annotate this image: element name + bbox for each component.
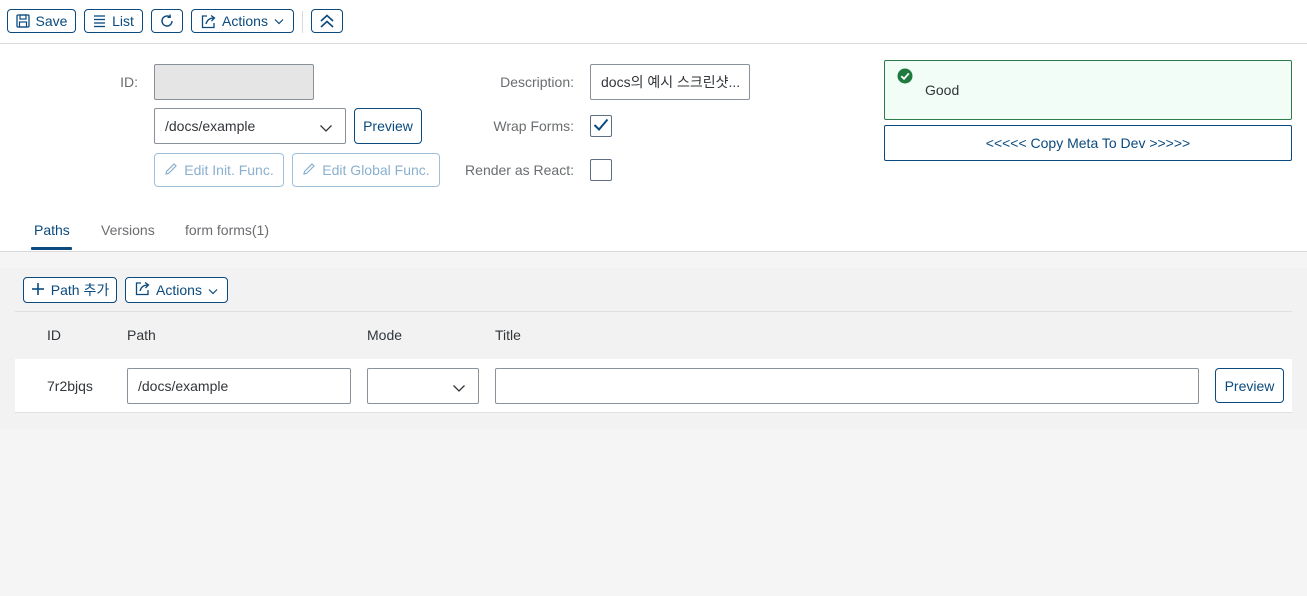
actions-label: Actions xyxy=(222,13,268,29)
column-header-path: Path xyxy=(127,327,156,343)
paths-actions-button[interactable]: Actions xyxy=(125,277,228,303)
object-header: ID: /docs/example Preview Edit Init. Fun… xyxy=(0,44,1307,252)
chevron-down-icon xyxy=(208,282,218,298)
id-field xyxy=(154,64,314,100)
pencil-icon xyxy=(164,162,178,179)
list-icon xyxy=(93,14,106,28)
path-select[interactable]: /docs/example xyxy=(154,108,346,144)
chevron-down-icon xyxy=(274,18,284,25)
checkmark-icon xyxy=(593,118,609,135)
list-label: List xyxy=(112,13,134,29)
id-label: ID: xyxy=(120,74,138,90)
toolbar-divider xyxy=(302,11,303,33)
success-icon xyxy=(897,68,913,87)
edit-global-func-button[interactable]: Edit Global Func. xyxy=(292,153,440,187)
row-title-input[interactable] xyxy=(495,368,1199,404)
add-path-label: Path 추가 xyxy=(50,282,110,298)
render-react-checkbox[interactable] xyxy=(590,159,612,181)
active-tab-indicator xyxy=(31,247,72,250)
plus-icon xyxy=(31,282,45,299)
column-header-title: Title xyxy=(495,327,521,343)
toolbar: Save List Actions xyxy=(0,0,1307,44)
wrap-forms-checkbox[interactable] xyxy=(590,115,612,137)
table-row: 7r2bjqs /docs/example Preview xyxy=(15,359,1292,413)
share-icon xyxy=(201,14,216,29)
edit-global-func-label: Edit Global Func. xyxy=(322,162,430,178)
paths-actions-label: Actions xyxy=(156,282,202,298)
save-icon xyxy=(15,14,30,28)
wrap-forms-label: Wrap Forms: xyxy=(493,118,574,134)
edit-init-func-label: Edit Init. Func. xyxy=(184,162,274,178)
share-icon xyxy=(135,281,150,299)
copy-meta-to-dev-button[interactable]: <<<<< Copy Meta To Dev >>>>> xyxy=(884,125,1292,161)
refresh-button[interactable] xyxy=(151,9,183,33)
actions-menu-button[interactable]: Actions xyxy=(191,9,294,33)
refresh-icon xyxy=(159,13,175,29)
description-label: Description: xyxy=(500,74,574,90)
edit-init-func-button[interactable]: Edit Init. Func. xyxy=(154,153,284,187)
column-header-mode: Mode xyxy=(367,327,403,343)
column-header-id: ID xyxy=(47,327,61,343)
status-text: Good xyxy=(925,82,960,98)
save-label: Save xyxy=(35,13,68,29)
path-select-value: /docs/example xyxy=(165,118,256,134)
save-button[interactable]: Save xyxy=(7,9,76,33)
row-preview-button[interactable]: Preview xyxy=(1215,368,1284,403)
paths-section: Path 추가 Actions ID Path Mode Title 7r2bj… xyxy=(0,268,1307,429)
add-path-button[interactable]: Path 추가 xyxy=(23,277,117,303)
row-id: 7r2bjqs xyxy=(47,378,93,394)
description-input[interactable]: docs의 예시 스크린샷... xyxy=(590,64,750,100)
preview-button[interactable]: Preview xyxy=(354,108,422,144)
row-mode-select[interactable] xyxy=(367,368,479,404)
list-button[interactable]: List xyxy=(84,9,143,33)
render-react-label: Render as React: xyxy=(465,162,574,178)
chevron-down-icon xyxy=(319,120,333,136)
tab-form-forms[interactable]: form forms(1) xyxy=(185,222,269,238)
tab-versions[interactable]: Versions xyxy=(101,222,155,238)
row-path-input[interactable]: /docs/example xyxy=(127,368,351,404)
row-path-value: /docs/example xyxy=(138,378,229,394)
collapse-header-button[interactable] xyxy=(311,9,343,33)
table-header: ID Path Mode Title xyxy=(15,311,1292,360)
status-message: Good xyxy=(884,60,1292,120)
chevron-down-icon xyxy=(452,380,466,396)
description-value: docs의 예시 스크린샷... xyxy=(601,74,741,90)
pencil-icon xyxy=(302,162,316,179)
tab-paths[interactable]: Paths xyxy=(34,222,70,238)
double-chevron-up-icon xyxy=(319,13,335,29)
